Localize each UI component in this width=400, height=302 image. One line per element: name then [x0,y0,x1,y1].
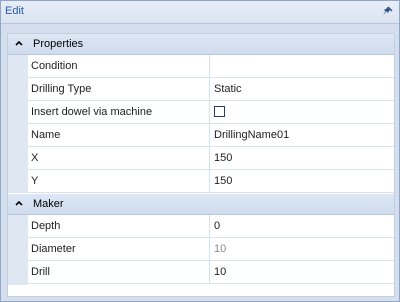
property-name: Y [28,170,210,192]
property-name: Name [28,124,210,146]
category-maker[interactable]: Maker [8,194,394,215]
condition-value[interactable] [211,55,394,77]
panel-titlebar: Edit [1,1,399,24]
property-name: Drill [28,261,210,283]
property-row-depth: Depth 0 [28,215,394,238]
property-row-insert-dowel: Insert dowel via machine [28,101,394,124]
x-value[interactable]: 150 [211,147,394,169]
insert-dowel-value[interactable] [211,101,394,123]
property-row-drill: Drill 10 [28,261,394,284]
property-row-y: Y 150 [28,170,394,193]
y-value[interactable]: 150 [211,170,394,192]
property-row-drilling-type: Drilling Type Static [28,78,394,101]
pin-icon[interactable] [381,6,393,18]
panel-title: Edit [5,5,24,17]
property-name: Diameter [28,238,210,260]
diameter-value: 10 [214,243,227,255]
insert-dowel-checkbox[interactable] [214,106,225,117]
property-row-diameter: Diameter 10 [28,238,394,261]
property-row-condition: Condition [28,55,394,78]
category-label: Properties [33,38,84,50]
row-gutter [8,215,28,285]
property-name: X [28,147,210,169]
collapse-chevron-icon[interactable] [14,38,24,48]
property-name: Condition [28,55,210,77]
property-name: Depth [28,215,210,237]
drill-value[interactable]: 10 [211,261,394,283]
property-row-x: X 150 [28,147,394,170]
category-properties[interactable]: Properties [8,34,394,55]
property-grid: Properties Condition Drilling Type Stati… [7,33,395,297]
property-name: Drilling Type [28,78,210,100]
name-value[interactable]: DrillingName01 [211,124,394,146]
row-gutter [8,55,28,193]
drilling-type-value[interactable]: Static [211,78,394,100]
property-name: Insert dowel via machine [28,101,210,123]
category-label: Maker [33,198,64,210]
depth-value[interactable]: 0 [211,215,394,237]
property-row-name: Name DrillingName01 [28,124,394,147]
edit-panel: Edit Properties Condition Drilling Type … [0,0,400,302]
collapse-chevron-icon[interactable] [14,198,24,208]
